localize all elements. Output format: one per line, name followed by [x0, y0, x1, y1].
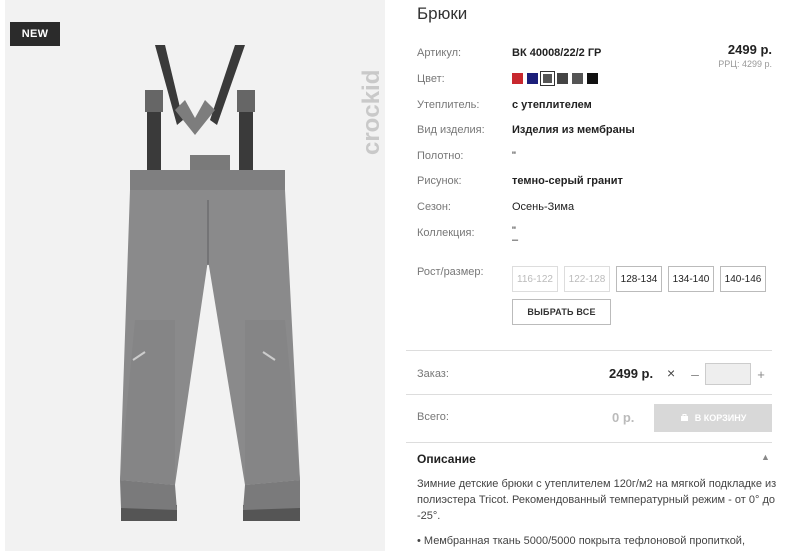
add-to-cart-button[interactable]: В КОРЗИНУ — [654, 404, 772, 432]
collection-sub: – — [512, 234, 519, 246]
rrp-price: РРЦ: 4299 р. — [718, 59, 772, 69]
new-badge: NEW — [10, 22, 60, 46]
divider — [406, 442, 772, 443]
size-option[interactable]: 134-140 — [668, 266, 714, 292]
cart-button-label: В КОРЗИНУ — [694, 413, 747, 423]
quantity-increase-button[interactable]: + — [752, 363, 770, 385]
insulation-label: Утеплитель: — [417, 99, 480, 111]
times-icon: × — [667, 365, 676, 381]
description-title[interactable]: Описание — [417, 452, 476, 466]
size-option[interactable]: 116-122 — [512, 266, 558, 292]
quantity-decrease-button[interactable]: – — [686, 363, 704, 385]
type-label: Вид изделия: — [417, 124, 485, 136]
description-text: Зимние детские брюки с утеплителем 120г/… — [417, 478, 777, 522]
pattern-value: темно-серый гранит — [512, 175, 623, 187]
fabric-value: " — [512, 150, 516, 162]
product-title: Брюки — [417, 4, 468, 23]
product-price: 2499 р. — [727, 42, 772, 57]
color-swatch-dark-gray[interactable] — [557, 73, 568, 84]
fabric-label: Полотно: — [417, 150, 464, 162]
quantity-input[interactable] — [705, 363, 751, 385]
color-swatch-red[interactable] — [512, 73, 523, 84]
insulation-value: с утеплителем — [512, 99, 592, 111]
select-all-button[interactable]: ВЫБРАТЬ ВСЕ — [512, 299, 611, 325]
color-swatch-gray[interactable] — [572, 73, 583, 84]
color-swatches — [512, 71, 598, 86]
cart-icon — [680, 413, 689, 424]
color-swatch-navy[interactable] — [527, 73, 538, 84]
season-value: Осень-Зима — [512, 201, 575, 213]
pattern-label: Рисунок: — [417, 175, 462, 187]
size-option[interactable]: 122-128 — [564, 266, 610, 292]
svg-text:crockid: crockid — [358, 70, 385, 155]
color-swatch-black[interactable] — [587, 73, 598, 84]
total-label: Всего: — [417, 411, 449, 423]
size-option[interactable]: 128-134 — [616, 266, 662, 292]
sku-value: ВК 40008/22/2 ГР — [512, 47, 602, 59]
total-value: 0 р. — [612, 410, 635, 425]
product-image-panel: NEW crockid — [5, 0, 385, 551]
season-label: Сезон: — [417, 201, 451, 213]
divider — [406, 350, 772, 351]
description-text-bullet: • Мембранная ткань 5000/5000 покрыта теф… — [417, 535, 746, 547]
size-option[interactable]: 140-146 — [720, 266, 766, 292]
order-price: 2499 р. — [609, 366, 654, 381]
product-image — [120, 45, 300, 521]
color-label: Цвет: — [417, 73, 445, 85]
size-label: Рост/размер: — [417, 266, 484, 278]
sku-label: Артикул: — [417, 47, 462, 59]
brand-logo: crockid — [358, 70, 385, 155]
collection-label: Коллекция: — [417, 227, 475, 239]
size-options: 116-122 122-128 128-134 134-140 140-146 — [512, 266, 766, 292]
divider — [406, 394, 772, 395]
color-swatch-gray-selected[interactable] — [540, 71, 555, 86]
order-label: Заказ: — [417, 368, 449, 380]
collapse-icon[interactable]: ▲ — [761, 452, 770, 462]
type-value: Изделия из мембраны — [512, 124, 635, 136]
